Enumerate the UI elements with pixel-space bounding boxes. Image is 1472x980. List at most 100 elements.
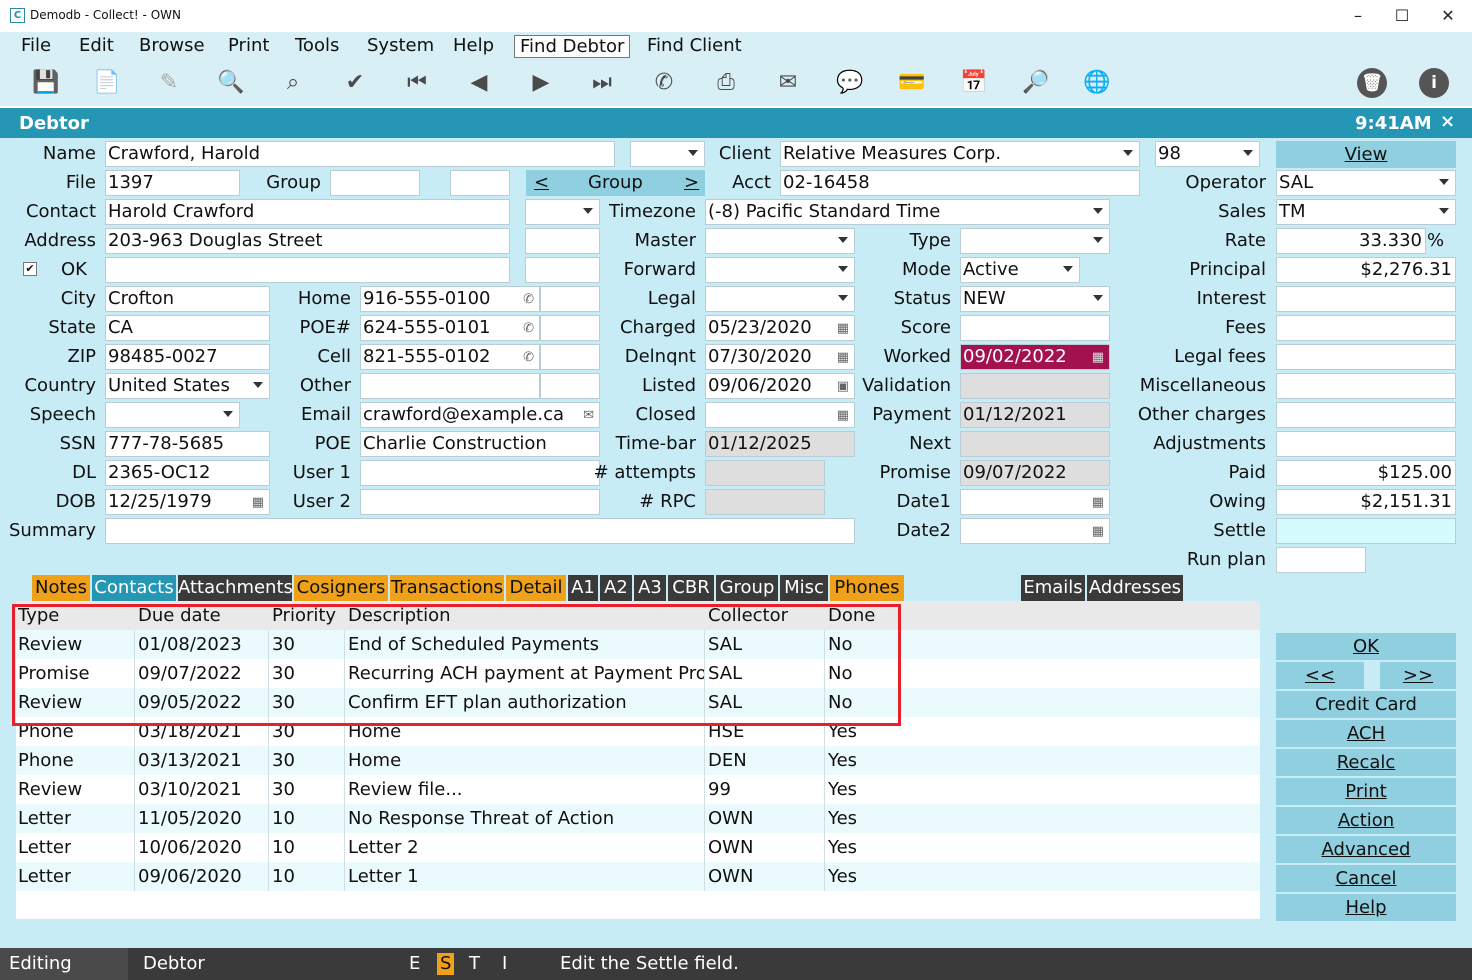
tab-emails[interactable]: Emails [1021, 575, 1085, 601]
country-select[interactable]: United States [105, 373, 270, 399]
tab-a1[interactable]: A1 [568, 575, 598, 601]
worked-date-field[interactable]: 09/02/2022 ▦ [960, 344, 1110, 370]
checkmark-icon[interactable]: ✔ [338, 66, 372, 100]
close-window-button[interactable]: ✕ [1428, 4, 1468, 28]
calendar-icon[interactable]: ▦ [1092, 520, 1104, 543]
poe-phone-ext-field[interactable] [540, 315, 600, 341]
next-button[interactable]: >> [1380, 662, 1456, 689]
calendar-icon[interactable]: ▦ [252, 491, 264, 514]
contact-field[interactable]: Harold Crawford [105, 199, 510, 225]
other-charges-field[interactable] [1276, 402, 1456, 428]
tab-cosigners[interactable]: Cosigners [294, 575, 388, 601]
menu-system[interactable]: System [362, 35, 439, 58]
table-row[interactable]: Letter 11/05/2020 10 No Response Threat of … [16, 804, 1260, 833]
date1-field[interactable]: ▦ [960, 489, 1110, 515]
menu-edit[interactable]: Edit [74, 35, 119, 58]
name-dropdown[interactable] [630, 141, 705, 167]
rate-field[interactable]: 33.330 [1276, 228, 1426, 254]
advanced-button[interactable]: Advanced [1276, 836, 1456, 863]
file-field[interactable]: 1397 [105, 170, 240, 196]
address2-extra-field[interactable] [525, 257, 600, 283]
poe-phone-field[interactable]: 624-555-0101 ✆ [360, 315, 540, 341]
cell-phone-ext-field[interactable] [540, 344, 600, 370]
tab-group[interactable]: Group [716, 575, 778, 601]
view-client-button[interactable]: View [1276, 141, 1456, 168]
find-record-icon[interactable]: 🔍 [214, 66, 248, 100]
legal-select[interactable] [705, 286, 855, 312]
maximize-button[interactable]: ☐ [1382, 4, 1422, 28]
menu-file[interactable]: File [16, 35, 56, 58]
dob-field[interactable]: 12/25/1979 ▦ [105, 489, 270, 515]
address-extra-field[interactable] [525, 228, 600, 254]
speech-select[interactable] [105, 402, 240, 428]
calendar-icon[interactable]: ▦ [837, 317, 849, 340]
ok-button[interactable]: OK [1276, 633, 1456, 660]
phone-icon[interactable]: ✆ [523, 346, 534, 369]
zip-field[interactable]: 98485-0027 [105, 344, 270, 370]
contact-dropdown[interactable] [525, 199, 600, 225]
menu-find-client[interactable]: Find Client [642, 35, 747, 58]
save-icon[interactable]: 💾 [29, 66, 63, 100]
poe-field[interactable]: Charlie Construction [360, 431, 600, 457]
envelope-icon[interactable]: ✉ [771, 66, 805, 100]
email-field[interactable]: crawford@example.ca ✉ [360, 402, 600, 428]
settle-field[interactable] [1276, 518, 1456, 544]
summary-field[interactable] [105, 518, 855, 544]
score-field[interactable] [960, 315, 1110, 341]
principal-field[interactable]: $2,276.31 [1276, 257, 1456, 283]
sales-select[interactable]: TM [1276, 199, 1456, 225]
adjustments-field[interactable] [1276, 431, 1456, 457]
tab-notes[interactable]: Notes [32, 575, 90, 601]
calendar-icon[interactable]: ▦ [1092, 346, 1104, 369]
action-button[interactable]: Action [1276, 807, 1456, 834]
menu-browse[interactable]: Browse [134, 35, 210, 58]
ok-checkbox[interactable]: ✔ [23, 262, 37, 276]
name-field[interactable]: Crawford, Harold [105, 141, 615, 167]
phone-icon[interactable]: ✆ [523, 288, 534, 311]
charged-date-field[interactable]: 05/23/2020 ▦ [705, 315, 855, 341]
last-record-icon[interactable]: ⏭ [585, 66, 619, 100]
legal-fees-field[interactable] [1276, 344, 1456, 370]
other-phone-field[interactable] [360, 373, 540, 399]
miscellaneous-field[interactable] [1276, 373, 1456, 399]
tab-attachments[interactable]: Attachments [178, 575, 292, 601]
ssn-field[interactable]: 777-78-5685 [105, 431, 270, 457]
tab-detail[interactable]: Detail [506, 575, 566, 601]
user2-field[interactable] [360, 489, 600, 515]
new-record-icon[interactable]: 📄 [90, 66, 124, 100]
calendar-icon[interactable]: ▦ [837, 346, 849, 369]
timezone-select[interactable]: (-8) Pacific Standard Time [705, 199, 1110, 225]
tab-a2[interactable]: A2 [600, 575, 632, 601]
run-plan-field[interactable] [1276, 547, 1366, 573]
type-select[interactable] [960, 228, 1110, 254]
menu-find-debtor[interactable]: Find Debtor [514, 35, 631, 58]
paid-field[interactable]: $125.00 [1276, 460, 1456, 486]
listed-date-field[interactable]: 09/06/2020 ▣ [705, 373, 855, 399]
phone-icon[interactable]: ✆ [647, 66, 681, 100]
ach-button[interactable]: ACH [1276, 720, 1456, 747]
help-button[interactable]: Help [1276, 894, 1456, 921]
group-next-button[interactable]: > [684, 170, 699, 196]
edit-record-icon[interactable]: ✎ [152, 66, 186, 100]
state-field[interactable]: CA [105, 315, 270, 341]
menu-tools[interactable]: Tools [290, 35, 344, 58]
chat-bubble-icon[interactable]: 💬 [833, 66, 867, 100]
group-field[interactable] [330, 170, 420, 196]
tab-addresses[interactable]: Addresses [1087, 575, 1183, 601]
client-select[interactable]: Relative Measures Corp. [780, 141, 1140, 167]
phone-icon[interactable]: ✆ [523, 317, 534, 340]
cell-phone-field[interactable]: 821-555-0102 ✆ [360, 344, 540, 370]
city-field[interactable]: Crofton [105, 286, 270, 312]
binoculars-icon[interactable]: ⌕ [276, 66, 310, 100]
address-field[interactable]: 203-963 Douglas Street [105, 228, 510, 254]
payment-card-icon[interactable]: 💳 [895, 66, 929, 100]
tab-contacts[interactable]: Contacts [92, 575, 176, 601]
printer-icon[interactable]: ⎙ [709, 66, 743, 100]
tab-misc[interactable]: Misc [780, 575, 828, 601]
dl-field[interactable]: 2365-OC12 [105, 460, 270, 486]
client-number-select[interactable]: 98 [1155, 141, 1260, 167]
menu-print[interactable]: Print [223, 35, 274, 58]
close-form-icon[interactable]: × [1440, 111, 1455, 132]
tab-a3[interactable]: A3 [634, 575, 666, 601]
next-record-icon[interactable]: ▶ [524, 66, 558, 100]
